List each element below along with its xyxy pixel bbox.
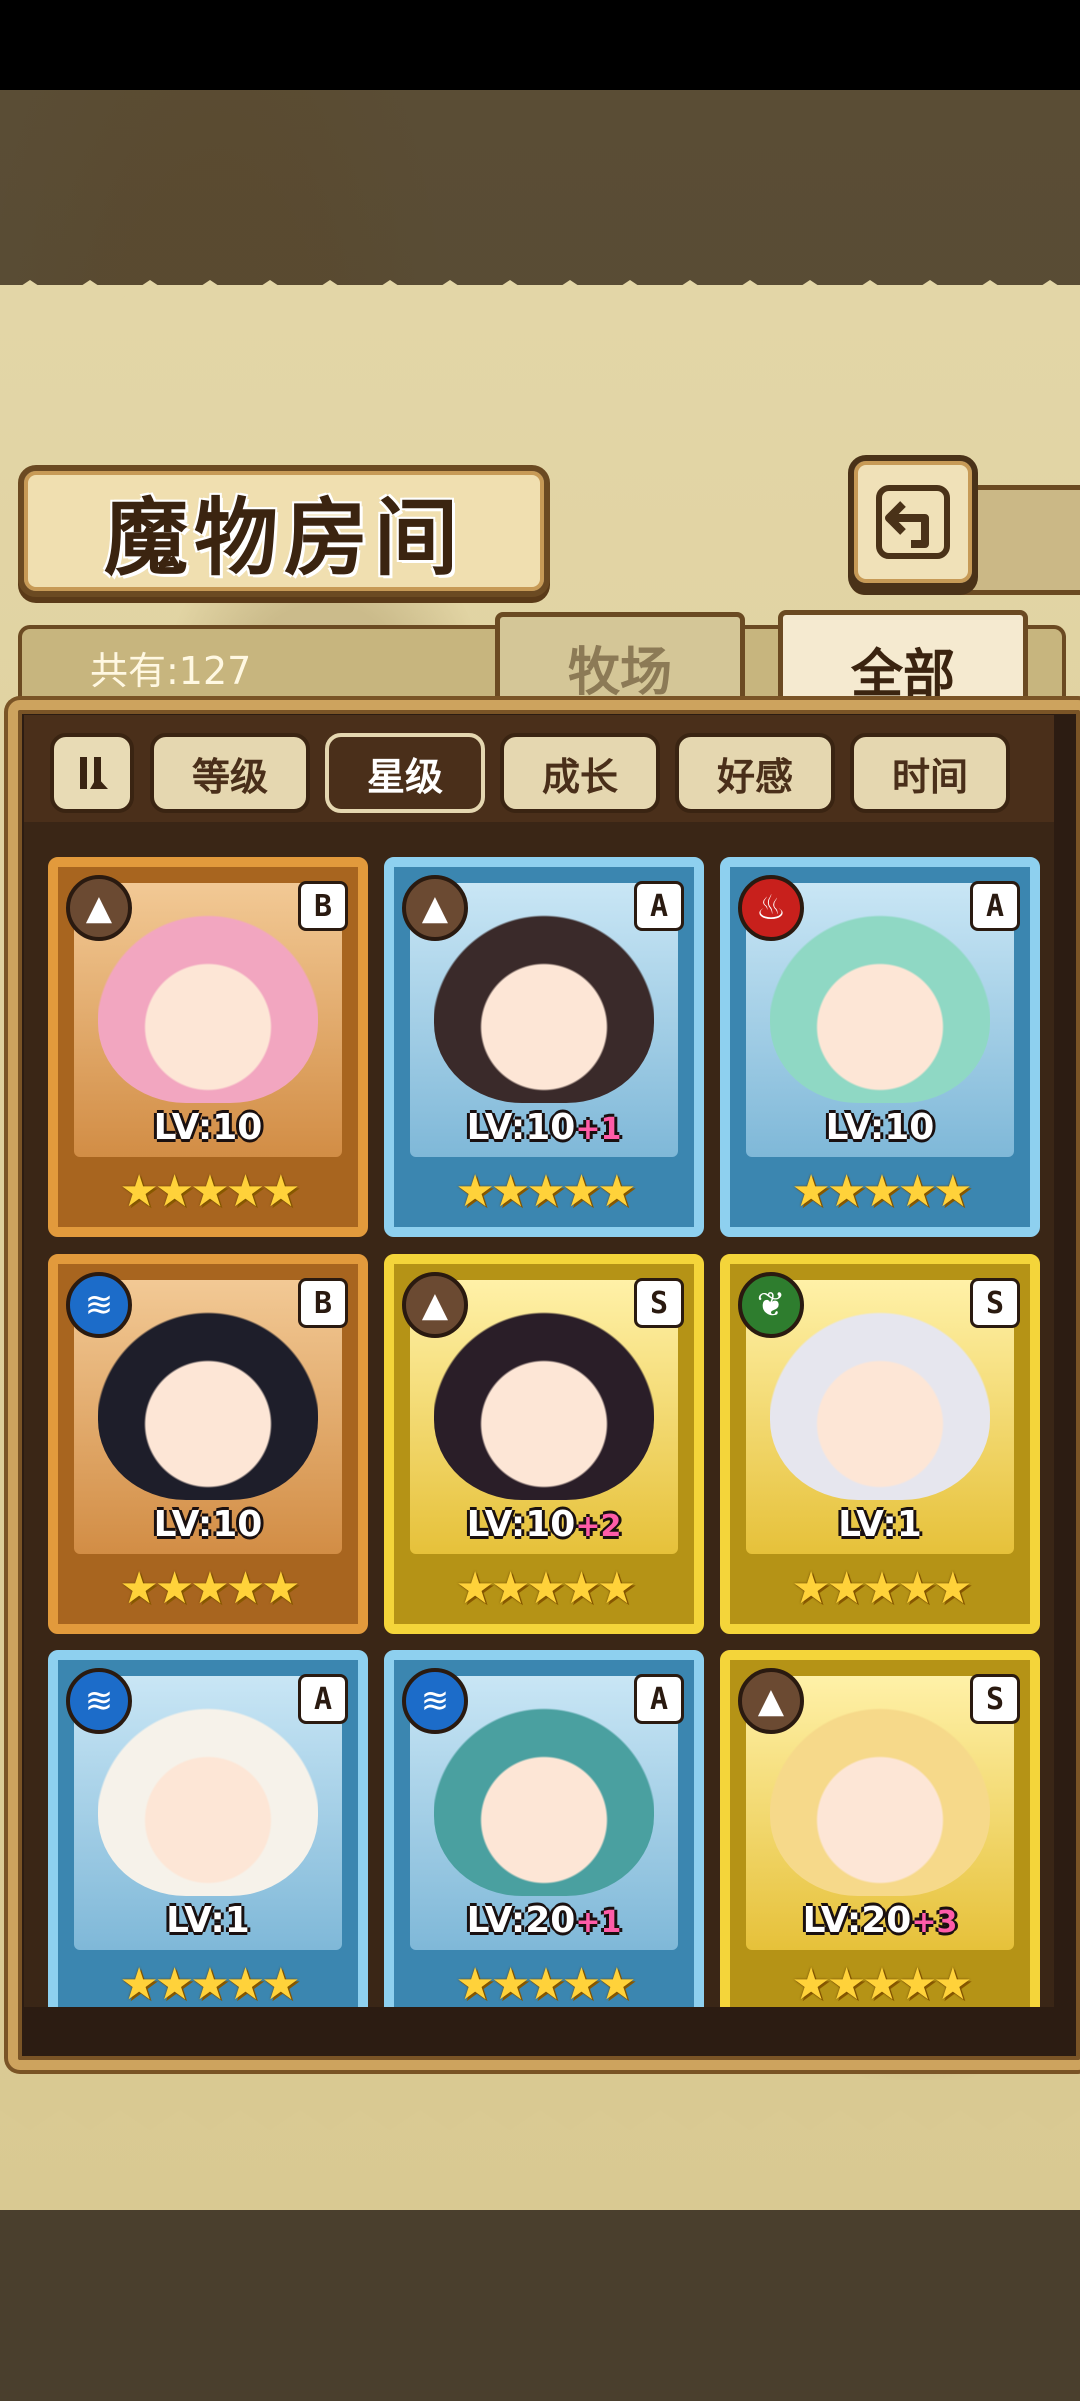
level-value: LV:20 [802, 1900, 912, 1941]
rank-badge: S [970, 1278, 1020, 1328]
monster-grid: ▲ B LV:10 ★★★★★ ▲ A LV:10+1 ★★★★★ ♨ A LV:10 ★★★★★ ≋ B… [24, 822, 1054, 2007]
sort-by-star-button[interactable]: 星级 [325, 733, 485, 813]
level-value: LV:1 [838, 1504, 922, 1545]
level-label: LV:10+1 [394, 1107, 694, 1148]
star-rating: ★★★★★ [791, 1959, 972, 2007]
star-rating: ★★★★★ [791, 1563, 972, 1614]
star-rating: ★★★★★ [455, 1166, 636, 1217]
level-label: LV:1 [58, 1900, 358, 1941]
monster-card[interactable]: ▲ B LV:10 ★★★★★ [48, 857, 368, 1237]
fire-element-icon: ♨ [738, 875, 804, 941]
monster-portrait [98, 1300, 318, 1500]
rank-badge: B [298, 881, 348, 931]
status-bar [0, 0, 1080, 90]
level-value: LV:10 [466, 1504, 576, 1545]
monster-card[interactable]: ♨ A LV:10 ★★★★★ [720, 857, 1040, 1237]
monster-portrait [98, 903, 318, 1103]
rank-badge: A [634, 1674, 684, 1724]
earth-element-icon: ▲ [402, 875, 468, 941]
sort-by-affection-button[interactable]: 好感 [675, 733, 835, 813]
level-label: LV:20+3 [730, 1900, 1030, 1941]
rank-badge: A [634, 881, 684, 931]
level-value: LV:10 [153, 1504, 263, 1545]
title-plaque: 魔物房间 [18, 465, 550, 597]
monster-card[interactable]: ▲ A LV:10+1 ★★★★★ [384, 857, 704, 1237]
level-value: LV:1 [166, 1900, 250, 1941]
page-title: 魔物房间 [103, 487, 464, 587]
star-rating: ★★★★★ [455, 1959, 636, 2007]
sort-by-level-button[interactable]: 等级 [150, 733, 310, 813]
water-element-icon: ≋ [66, 1668, 132, 1734]
monster-card[interactable]: ≋ A LV:1 ★★★★★ [48, 1650, 368, 2007]
rank-badge: B [298, 1278, 348, 1328]
monster-portrait [434, 1696, 654, 1896]
sort-by-time-button[interactable]: 时间 [850, 733, 1010, 813]
level-plus: +1 [575, 1905, 622, 1940]
monster-portrait [770, 903, 990, 1103]
level-plus: +2 [575, 1509, 622, 1544]
level-label: LV:10 [730, 1107, 1030, 1148]
monster-portrait [770, 1696, 990, 1896]
earth-element-icon: ▲ [738, 1668, 804, 1734]
rank-badge: S [970, 1674, 1020, 1724]
star-rating: ★★★★★ [119, 1563, 300, 1614]
back-button[interactable] [848, 455, 978, 589]
level-value: LV:20 [466, 1900, 576, 1941]
zigzag-border-bottom [0, 2080, 1080, 2130]
level-value: LV:10 [825, 1107, 935, 1148]
level-label: LV:10+2 [394, 1504, 694, 1545]
star-rating: ★★★★★ [119, 1166, 300, 1217]
level-label: LV:10 [58, 1107, 358, 1148]
level-label: LV:20+1 [394, 1900, 694, 1941]
monster-card[interactable]: ▲ S LV:20+3 ★★★★★ [720, 1650, 1040, 2007]
water-element-icon: ≋ [402, 1668, 468, 1734]
monster-card[interactable]: ❦ S LV:1 ★★★★★ [720, 1254, 1040, 1634]
rank-badge: S [634, 1278, 684, 1328]
back-arrow-icon [876, 485, 950, 559]
level-plus: +3 [911, 1905, 958, 1940]
monster-card[interactable]: ≋ B LV:10 ★★★★★ [48, 1254, 368, 1634]
sort-order-toggle[interactable] [50, 733, 134, 813]
level-value: LV:10 [153, 1107, 263, 1148]
level-label: LV:10 [58, 1504, 358, 1545]
rank-badge: A [970, 881, 1020, 931]
monster-portrait [98, 1696, 318, 1896]
wind-element-icon: ❦ [738, 1272, 804, 1338]
rank-badge: A [298, 1674, 348, 1724]
star-rating: ★★★★★ [791, 1166, 972, 1217]
level-value: LV:10 [466, 1107, 576, 1148]
earth-element-icon: ▲ [66, 875, 132, 941]
monster-portrait [770, 1300, 990, 1500]
monster-portrait [434, 1300, 654, 1500]
monster-count: 共有:127 [90, 649, 252, 693]
zigzag-border-top [0, 280, 1080, 330]
star-rating: ★★★★★ [455, 1563, 636, 1614]
level-label: LV:1 [730, 1504, 1030, 1545]
sort-by-growth-button[interactable]: 成长 [500, 733, 660, 813]
sort-order-icon [80, 757, 108, 789]
monster-portrait [434, 903, 654, 1103]
earth-element-icon: ▲ [402, 1272, 468, 1338]
water-element-icon: ≋ [66, 1272, 132, 1338]
level-plus: +1 [575, 1112, 622, 1147]
monster-card[interactable]: ▲ S LV:10+2 ★★★★★ [384, 1254, 704, 1634]
monster-card[interactable]: ≋ A LV:20+1 ★★★★★ [384, 1650, 704, 2007]
star-rating: ★★★★★ [119, 1959, 300, 2007]
map-background-bottom [0, 2210, 1080, 2401]
